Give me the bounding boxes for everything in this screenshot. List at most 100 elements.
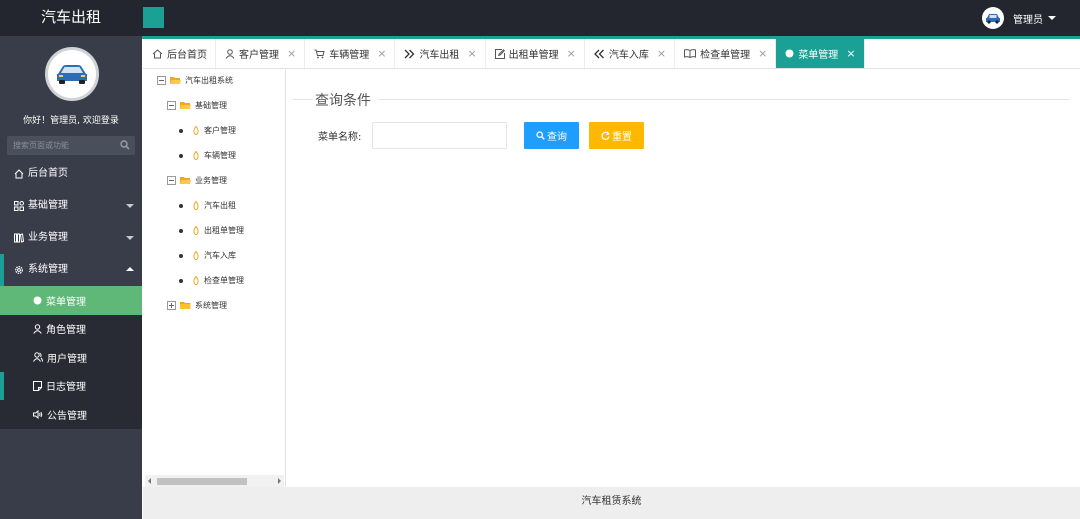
tab-label: 汽车出租 [419,50,460,61]
query-button[interactable]: 查询 [524,122,579,149]
tab-car-rental[interactable]: 汽车出租 × [395,39,486,68]
close-icon[interactable]: × [567,47,576,60]
tree-node-system[interactable]: 系统管理 [167,300,227,311]
dot-icon [785,49,794,58]
tree-node-car-storage[interactable]: 汽车入库 [179,250,236,261]
tree-node-business[interactable]: 业务管理 [167,175,227,186]
divider [379,99,1069,100]
tree-node-label: 基础管理 [195,101,227,110]
tree-node-label: 系统管理 [195,301,227,310]
user-menu[interactable]: 管理员 [982,7,1056,29]
sidebar-item-label: 业务管理 [28,232,68,243]
tree-node-label: 车辆管理 [204,151,236,160]
reset-button-label: 重置 [612,132,632,143]
collapse-icon[interactable] [167,101,176,110]
sidebar-item-business[interactable]: 业务管理 [0,222,142,254]
user-name: 管理员 [1013,14,1043,26]
tab-rental-orders[interactable]: 出租单管理 × [486,39,585,68]
menu-name-input[interactable] [372,122,507,149]
main-content: 查询条件 菜单名称: 查询 重置 [287,70,1080,487]
bullet-icon [179,203,183,208]
chevron-down-icon [126,236,134,240]
tab-vehicle[interactable]: 车辆管理 × [305,39,396,68]
grid-icon [14,201,24,211]
sidebar-item-basic[interactable]: 基础管理 [0,190,142,222]
sidebar-item-label: 基础管理 [28,200,68,211]
sidebar-item-log-management[interactable]: 日志管理 [0,371,142,400]
query-legend: 查询条件 [315,93,371,109]
close-icon[interactable]: × [377,47,386,60]
sidebar-item-user-management[interactable]: 用户管理 [0,343,142,372]
close-icon[interactable]: × [846,47,855,60]
search-icon[interactable] [120,140,130,153]
tree-node-root[interactable]: 汽车出租系统 [157,75,233,86]
sidebar-item-label: 角色管理 [46,325,86,337]
tab-customer[interactable]: 客户管理 × [216,39,306,68]
tree-node-customer[interactable]: 客户管理 [179,125,236,136]
tab-label: 汽车入库 [608,50,649,61]
sidebar-item-label: 用户管理 [47,353,87,365]
query-button-label: 查询 [547,132,567,143]
edit-icon [494,48,505,59]
speaker-icon [33,409,43,419]
tree-node-label: 客户管理 [204,126,236,135]
top-header: 汽车出租 管理员 [0,0,1080,36]
tab-label: 检查单管理 [700,50,751,61]
car-icon [57,65,87,84]
scroll-right-icon[interactable] [278,478,281,484]
footer: 汽车租赁系统 [143,487,1080,519]
scroll-thumb[interactable] [157,478,247,485]
folder-open-icon [170,76,181,85]
leaf-icon [193,226,199,235]
close-icon[interactable]: × [467,47,476,60]
tree-node-label: 检查单管理 [204,276,244,285]
tab-menu-management[interactable]: 菜单管理 × [776,39,865,68]
tree-node-rental-orders[interactable]: 出租单管理 [179,225,244,236]
leaf-icon [193,276,199,285]
open-book-icon [684,49,697,58]
folder-open-icon [180,101,191,110]
sidebar-item-menu-management[interactable]: 菜单管理 [0,286,142,315]
sidebar-item-home[interactable]: 后台首页 [0,158,142,190]
close-icon[interactable]: × [657,47,666,60]
users-icon [33,352,43,363]
tab-label: 出租单管理 [508,50,559,61]
folder-open-icon [180,176,191,185]
sidebar: 你好！管理员, 欢迎登录 后台首页 基础管理 业务管理 系统管理 [0,36,142,519]
close-icon[interactable]: × [758,47,767,60]
reset-button[interactable]: 重置 [589,122,644,149]
collapse-icon[interactable] [167,176,176,185]
divider [293,99,313,100]
sidebar-item-label: 后台首页 [28,168,68,179]
collapse-icon[interactable] [157,76,166,85]
avatar [45,47,99,101]
sidebar-item-system[interactable]: 系统管理 [0,254,142,286]
search-input[interactable] [7,136,117,155]
sidebar-item-label: 系统管理 [28,264,68,275]
expand-icon[interactable] [167,301,176,310]
user-icon [225,48,235,59]
tab-label: 车辆管理 [329,50,370,61]
tab-home[interactable]: 后台首页 [143,39,216,68]
tree-node-basic[interactable]: 基础管理 [167,100,227,111]
tree-node-inspection-orders[interactable]: 检查单管理 [179,275,244,286]
scroll-left-icon[interactable] [148,478,151,484]
tab-label: 菜单管理 [798,50,839,61]
car-icon [986,14,1000,24]
folder-icon [180,301,191,310]
tree-node-label: 出租单管理 [204,226,244,235]
menu-tree: 汽车出租系统 基础管理 客户管理 车辆管理 业务管理 汽车出租 出租单管理 汽车… [143,70,286,487]
menu-toggle-button[interactable] [143,7,164,28]
tab-inspection-orders[interactable]: 检查单管理 × [675,39,777,68]
tree-node-car-rental[interactable]: 汽车出租 [179,200,236,211]
bullet-icon [179,278,183,283]
close-icon[interactable]: × [287,47,296,60]
tree-node-label: 汽车出租 [204,201,236,210]
sidebar-item-role-management[interactable]: 角色管理 [0,315,142,344]
horizontal-scrollbar[interactable] [145,475,284,487]
sidebar-item-notice-management[interactable]: 公告管理 [0,400,142,429]
app-logo: 汽车出租 [40,8,101,26]
tab-car-storage[interactable]: 汽车入库 × [585,39,676,68]
user-icon [33,324,42,334]
tree-node-vehicle[interactable]: 车辆管理 [179,150,236,161]
